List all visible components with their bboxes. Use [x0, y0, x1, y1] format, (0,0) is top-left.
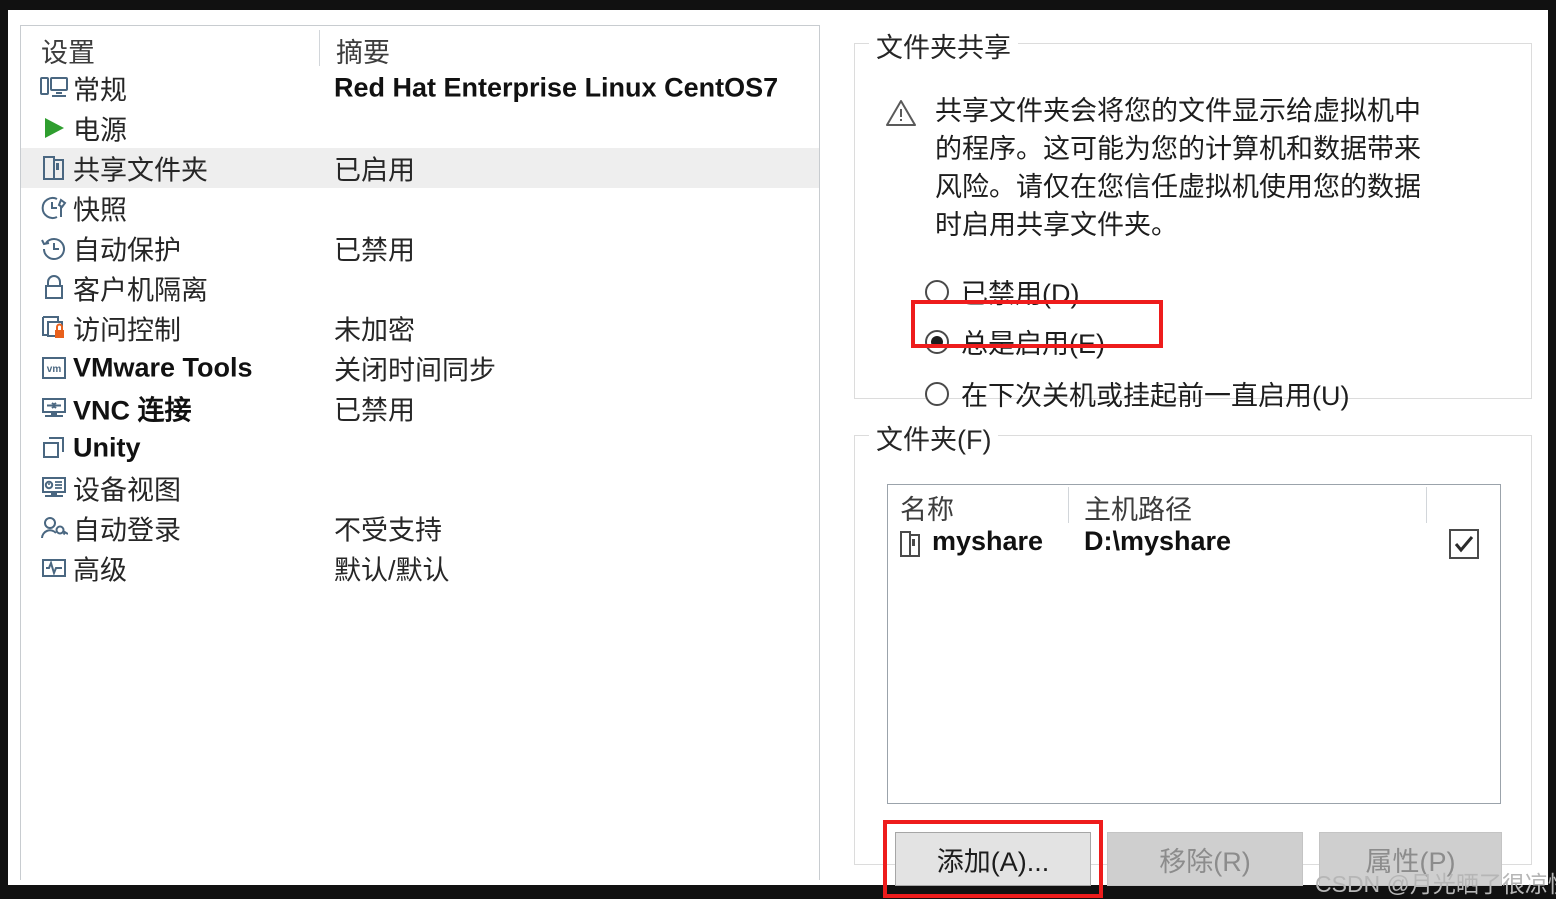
settings-row-summary: 默认/默认 [334, 555, 450, 586]
screenshot-root: 设置 摘要 常规 Red Hat Enterprise Linux CentOS… [8, 10, 1556, 898]
settings-row-label: VMware Tools [73, 352, 253, 383]
settings-row-label: 高级 [73, 555, 127, 586]
add-button[interactable]: 添加(A)... [895, 832, 1091, 886]
folders-column-header-name: 名称 [900, 495, 954, 525]
settings-row-label: 访问控制 [73, 315, 181, 346]
folder-sharing-warning: 共享文件夹会将您的文件显示给虚拟机中的程序。这可能为您的计算机和数据带来风险。请… [885, 92, 1435, 244]
remove-button[interactable]: 移除(R) [1107, 832, 1303, 886]
folders-table[interactable]: 名称 主机路径 myshare D:\myshare [887, 484, 1501, 804]
advanced-icon [39, 553, 69, 583]
settings-row-summary: 关闭时间同步 [334, 355, 496, 386]
settings-row-summary: 未加密 [334, 315, 415, 346]
settings-row-label: 电源 [73, 115, 127, 146]
auto-login-icon [39, 513, 69, 543]
snapshot-icon [39, 193, 69, 223]
settings-row-access-control[interactable]: 访问控制 未加密 [21, 308, 819, 348]
settings-list-header: 设置 摘要 [21, 26, 819, 68]
settings-row-device-view[interactable]: 设备视图 [21, 468, 819, 508]
radio-indicator [925, 381, 949, 406]
settings-row-label: 自动保护 [73, 235, 181, 266]
settings-row-summary: 已启用 [334, 155, 415, 186]
folder-icon [898, 529, 926, 559]
right-pane: 文件夹共享 共享文件夹会将您的文件显示给虚拟机中的程序。这可能为您的计算机和数据… [846, 25, 1536, 898]
settings-row-label: 快照 [73, 195, 127, 226]
column-header-setting: 设置 [41, 38, 95, 68]
settings-row-vmware-tools[interactable]: vm VMware Tools 关闭时间同步 [21, 348, 819, 388]
folders-title: 文件夹(F) [869, 418, 999, 457]
folders-column-divider-1 [1068, 487, 1069, 523]
settings-row-label: 共享文件夹 [73, 155, 208, 186]
autoprotect-icon [39, 233, 69, 263]
settings-row-label: 常规 [73, 75, 127, 106]
settings-row-label: 自动登录 [73, 515, 181, 546]
unity-icon [39, 433, 69, 463]
settings-row-summary: Red Hat Enterprise Linux CentOS7 [334, 72, 779, 103]
settings-row-power[interactable]: 电源 [21, 108, 819, 148]
header-column-divider [319, 30, 320, 66]
shared-folder-icon [39, 153, 69, 183]
radio-label: 总是启用(E) [961, 329, 1105, 359]
folders-group: 文件夹(F) 名称 主机路径 myshare D:\myshare 添加(A).… [854, 418, 1532, 898]
settings-row-label: VNC 连接 [73, 395, 192, 426]
monitor-icon [39, 73, 69, 103]
settings-row-autoprotect[interactable]: 自动保护 已禁用 [21, 228, 819, 268]
radio-disabled[interactable]: 已禁用(D) [925, 272, 1079, 311]
settings-row-label: 客户机隔离 [73, 275, 208, 306]
warning-triangle-icon [885, 98, 917, 128]
table-row[interactable]: myshare D:\myshare [888, 525, 1500, 567]
settings-row-label: 设备视图 [73, 475, 181, 506]
settings-row-snapshot[interactable]: 快照 [21, 188, 819, 228]
column-header-summary: 摘要 [336, 38, 390, 68]
settings-row-guest-isolation[interactable]: 客户机隔离 [21, 268, 819, 308]
settings-list-panel: 设置 摘要 常规 Red Hat Enterprise Linux CentOS… [20, 25, 820, 880]
radio-label: 已禁用(D) [961, 279, 1080, 309]
folder-host-path: D:\myshare [1084, 526, 1232, 556]
settings-row-advanced[interactable]: 高级 默认/默认 [21, 548, 819, 588]
lock-icon [39, 273, 69, 303]
vmware-tools-icon: vm [39, 353, 69, 383]
folder-sharing-warning-text: 共享文件夹会将您的文件显示给虚拟机中的程序。这可能为您的计算机和数据带来风险。请… [935, 96, 1421, 240]
vnc-icon [39, 393, 69, 423]
access-control-icon [39, 313, 69, 343]
settings-row-unity[interactable]: Unity [21, 428, 819, 468]
folders-table-header: 名称 主机路径 [888, 485, 1500, 525]
folders-column-divider-2 [1426, 487, 1427, 523]
play-icon [39, 113, 69, 143]
settings-row-label: Unity [73, 432, 141, 463]
svg-text:vm: vm [47, 364, 62, 375]
settings-row-shared-folders[interactable]: 共享文件夹 已启用 [21, 148, 819, 188]
settings-row-summary: 已禁用 [334, 235, 415, 266]
radio-indicator [925, 279, 949, 304]
settings-row-general[interactable]: 常规 Red Hat Enterprise Linux CentOS7 [21, 68, 819, 108]
folders-column-header-path: 主机路径 [1084, 495, 1192, 525]
folder-enabled-checkbox[interactable] [1449, 529, 1479, 559]
settings-row-vnc[interactable]: VNC 连接 已禁用 [21, 388, 819, 428]
settings-row-summary: 不受支持 [334, 515, 442, 546]
folder-sharing-title: 文件夹共享 [869, 26, 1018, 65]
settings-row-summary: 已禁用 [334, 395, 415, 426]
folder-name: myshare [932, 526, 1044, 556]
radio-until-shutdown[interactable]: 在下次关机或挂起前一直启用(U) [925, 374, 1349, 413]
radio-always-enabled[interactable]: 总是启用(E) [925, 322, 1105, 361]
folder-sharing-group: 文件夹共享 共享文件夹会将您的文件显示给虚拟机中的程序。这可能为您的计算机和数据… [854, 26, 1532, 411]
settings-row-auto-login[interactable]: 自动登录 不受支持 [21, 508, 819, 548]
device-view-icon [39, 473, 69, 503]
csdn-watermark: CSDN @月光晒了很凉快 [1315, 871, 1556, 897]
radio-indicator [925, 329, 949, 354]
radio-label: 在下次关机或挂起前一直启用(U) [961, 381, 1350, 411]
